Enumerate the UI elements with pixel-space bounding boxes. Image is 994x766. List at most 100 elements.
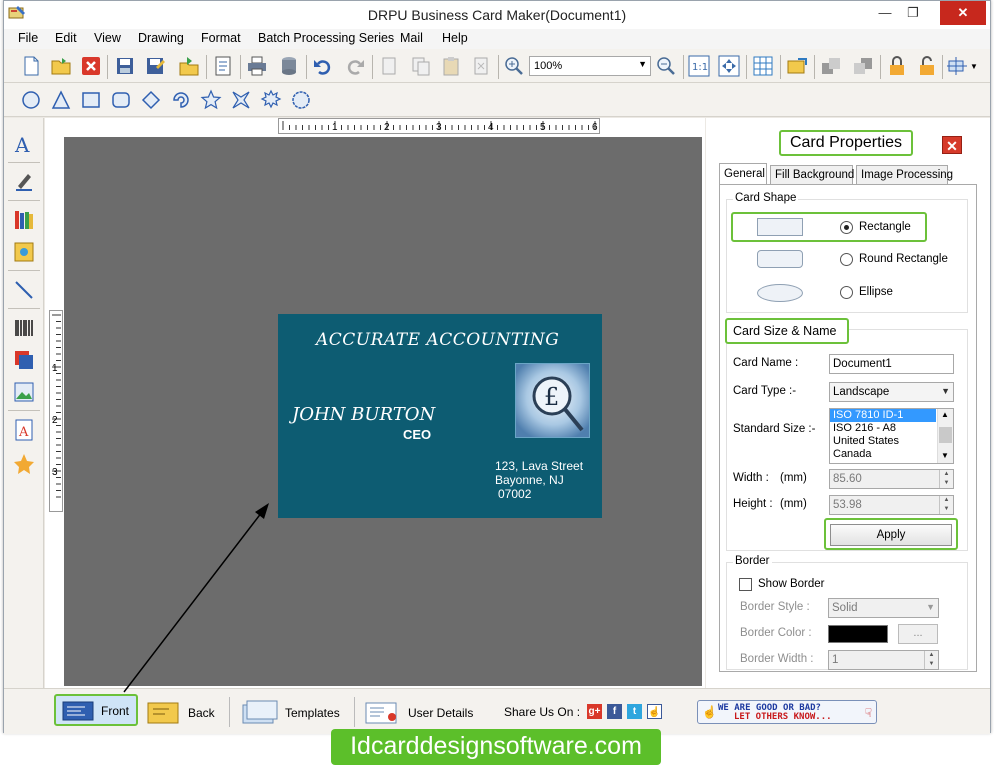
grid-icon[interactable] (752, 55, 774, 77)
align-dropdown-icon[interactable]: ▼ (970, 62, 978, 71)
tab-general[interactable]: General (719, 163, 767, 185)
export-folder-icon[interactable] (178, 55, 200, 77)
close-document-icon[interactable] (80, 55, 102, 77)
apply-button[interactable]: Apply (830, 524, 952, 546)
card-person-name[interactable]: JOHN BURTON (292, 404, 435, 425)
undo-icon[interactable] (312, 55, 334, 77)
zoom-out-icon[interactable] (655, 55, 677, 77)
google-plus-icon[interactable]: g+ (587, 704, 602, 719)
card-company-name[interactable]: ACCURATE ACCOUNTING (278, 330, 602, 350)
text-tool-icon[interactable]: A (12, 132, 36, 156)
fit-to-window-icon[interactable] (718, 55, 740, 77)
front-button[interactable]: Front (54, 694, 138, 726)
like-icon[interactable]: ☝ (647, 704, 662, 719)
paste-icon[interactable] (440, 55, 462, 77)
unlock-icon[interactable] (916, 55, 938, 77)
print-icon[interactable] (246, 55, 268, 77)
star-tool-icon[interactable] (200, 89, 222, 111)
delete-icon[interactable] (470, 55, 492, 77)
card-job-title[interactable]: CEO (403, 427, 431, 442)
arc-tool-icon[interactable] (170, 89, 192, 111)
menu-mail[interactable]: Mail (400, 31, 423, 45)
cut-icon[interactable] (378, 55, 400, 77)
watermark-tool-icon[interactable] (12, 348, 36, 372)
zoom-in-icon[interactable] (503, 55, 525, 77)
feedback-button[interactable]: ☝ WE ARE GOOD OR BAD? LET OTHERS KNOW...… (697, 700, 877, 724)
chevron-down-icon[interactable]: ▼ (941, 451, 949, 460)
round-rectangle-tool-icon[interactable] (110, 89, 132, 111)
word-art-tool-icon[interactable]: A (12, 418, 36, 442)
user-details-icon[interactable] (364, 695, 402, 727)
tab-fill-background[interactable]: Fill Background (770, 165, 854, 185)
list-item[interactable]: Canada (830, 448, 953, 461)
seal-tool-icon[interactable] (290, 89, 312, 111)
chevron-up-icon[interactable]: ▲ (941, 410, 949, 419)
send-backward-icon[interactable] (852, 55, 874, 77)
copy-icon[interactable] (410, 55, 432, 77)
card-type-select[interactable]: Landscape ▼ (829, 382, 954, 402)
menu-batch-processing[interactable]: Batch Processing Series (258, 31, 394, 45)
open-folder-icon[interactable] (50, 55, 72, 77)
library-tool-icon[interactable] (12, 208, 36, 232)
maximize-button[interactable]: ❐ (898, 1, 928, 25)
close-button[interactable]: ✕ (940, 1, 986, 25)
new-document-icon[interactable] (20, 55, 42, 77)
lock-icon[interactable] (886, 55, 908, 77)
card-address[interactable]: 123, Lava Street Bayonne, NJ 07002 (495, 459, 583, 501)
border-color-button[interactable]: ... (898, 624, 938, 644)
close-properties-icon[interactable]: ✕ (942, 136, 962, 154)
templates-button-label[interactable]: Templates (285, 706, 340, 720)
signature-tool-icon[interactable] (12, 170, 36, 194)
image-tool-icon[interactable] (12, 240, 36, 264)
business-card[interactable]: ACCURATE ACCOUNTING JOHN BURTON CEO £ 12… (278, 314, 602, 518)
border-color-swatch[interactable] (828, 625, 888, 643)
barcode-tool-icon[interactable] (12, 316, 36, 340)
height-spinner[interactable]: ▲ ▼ (939, 496, 953, 514)
bring-forward-icon[interactable] (820, 55, 842, 77)
user-details-button-label[interactable]: User Details (408, 706, 473, 720)
diamond-tool-icon[interactable] (140, 89, 162, 111)
templates-icon[interactable] (241, 695, 279, 727)
zoom-select[interactable]: 100% ▼ (529, 56, 651, 76)
menu-edit[interactable]: Edit (55, 31, 77, 45)
send-mail-icon[interactable] (786, 55, 808, 77)
height-field[interactable]: 53.98 ▲ ▼ (829, 495, 954, 515)
database-icon[interactable] (278, 55, 300, 77)
list-item[interactable]: ISO 216 - A8 (830, 422, 953, 435)
scroll-thumb[interactable] (939, 427, 952, 443)
menu-format[interactable]: Format (201, 31, 241, 45)
align-icon[interactable] (946, 55, 968, 77)
width-field[interactable]: 85.60 ▲ ▼ (829, 469, 954, 489)
list-item[interactable]: ISO 7810 ID-1 (830, 409, 936, 422)
picture-tool-icon[interactable] (12, 380, 36, 404)
line-tool-icon[interactable] (12, 278, 36, 302)
save-as-icon[interactable] (144, 55, 166, 77)
menu-help[interactable]: Help (442, 31, 468, 45)
symbol-tool-icon[interactable] (12, 452, 36, 476)
border-width-spinner[interactable]: ▲ ▼ (924, 651, 938, 669)
show-border-checkbox[interactable] (739, 578, 752, 591)
save-icon[interactable] (114, 55, 136, 77)
four-point-star-tool-icon[interactable] (230, 89, 252, 111)
redo-icon[interactable] (344, 55, 366, 77)
ellipse-radio[interactable] (840, 286, 853, 299)
width-spinner[interactable]: ▲ ▼ (939, 470, 953, 488)
round-rectangle-radio[interactable] (840, 253, 853, 266)
minimize-button[interactable]: — (870, 1, 900, 25)
burst-tool-icon[interactable] (260, 89, 282, 111)
list-scrollbar[interactable]: ▲ ▼ (937, 409, 953, 463)
tab-image-processing[interactable]: Image Processing (856, 165, 953, 185)
properties-icon[interactable] (212, 55, 234, 77)
card-logo[interactable]: £ (515, 363, 590, 438)
list-item[interactable]: United States (830, 435, 953, 448)
facebook-icon[interactable]: f (607, 704, 622, 719)
back-card-icon[interactable] (146, 695, 182, 727)
border-style-select[interactable]: Solid ▼ (828, 598, 939, 618)
card-name-field[interactable]: Document1 (829, 354, 954, 374)
ellipse-tool-icon[interactable] (20, 89, 42, 111)
menu-drawing[interactable]: Drawing (138, 31, 184, 45)
menu-view[interactable]: View (94, 31, 121, 45)
rectangle-radio[interactable] (840, 221, 853, 234)
actual-size-icon[interactable]: 1:1 (688, 55, 710, 77)
menu-file[interactable]: File (18, 31, 38, 45)
